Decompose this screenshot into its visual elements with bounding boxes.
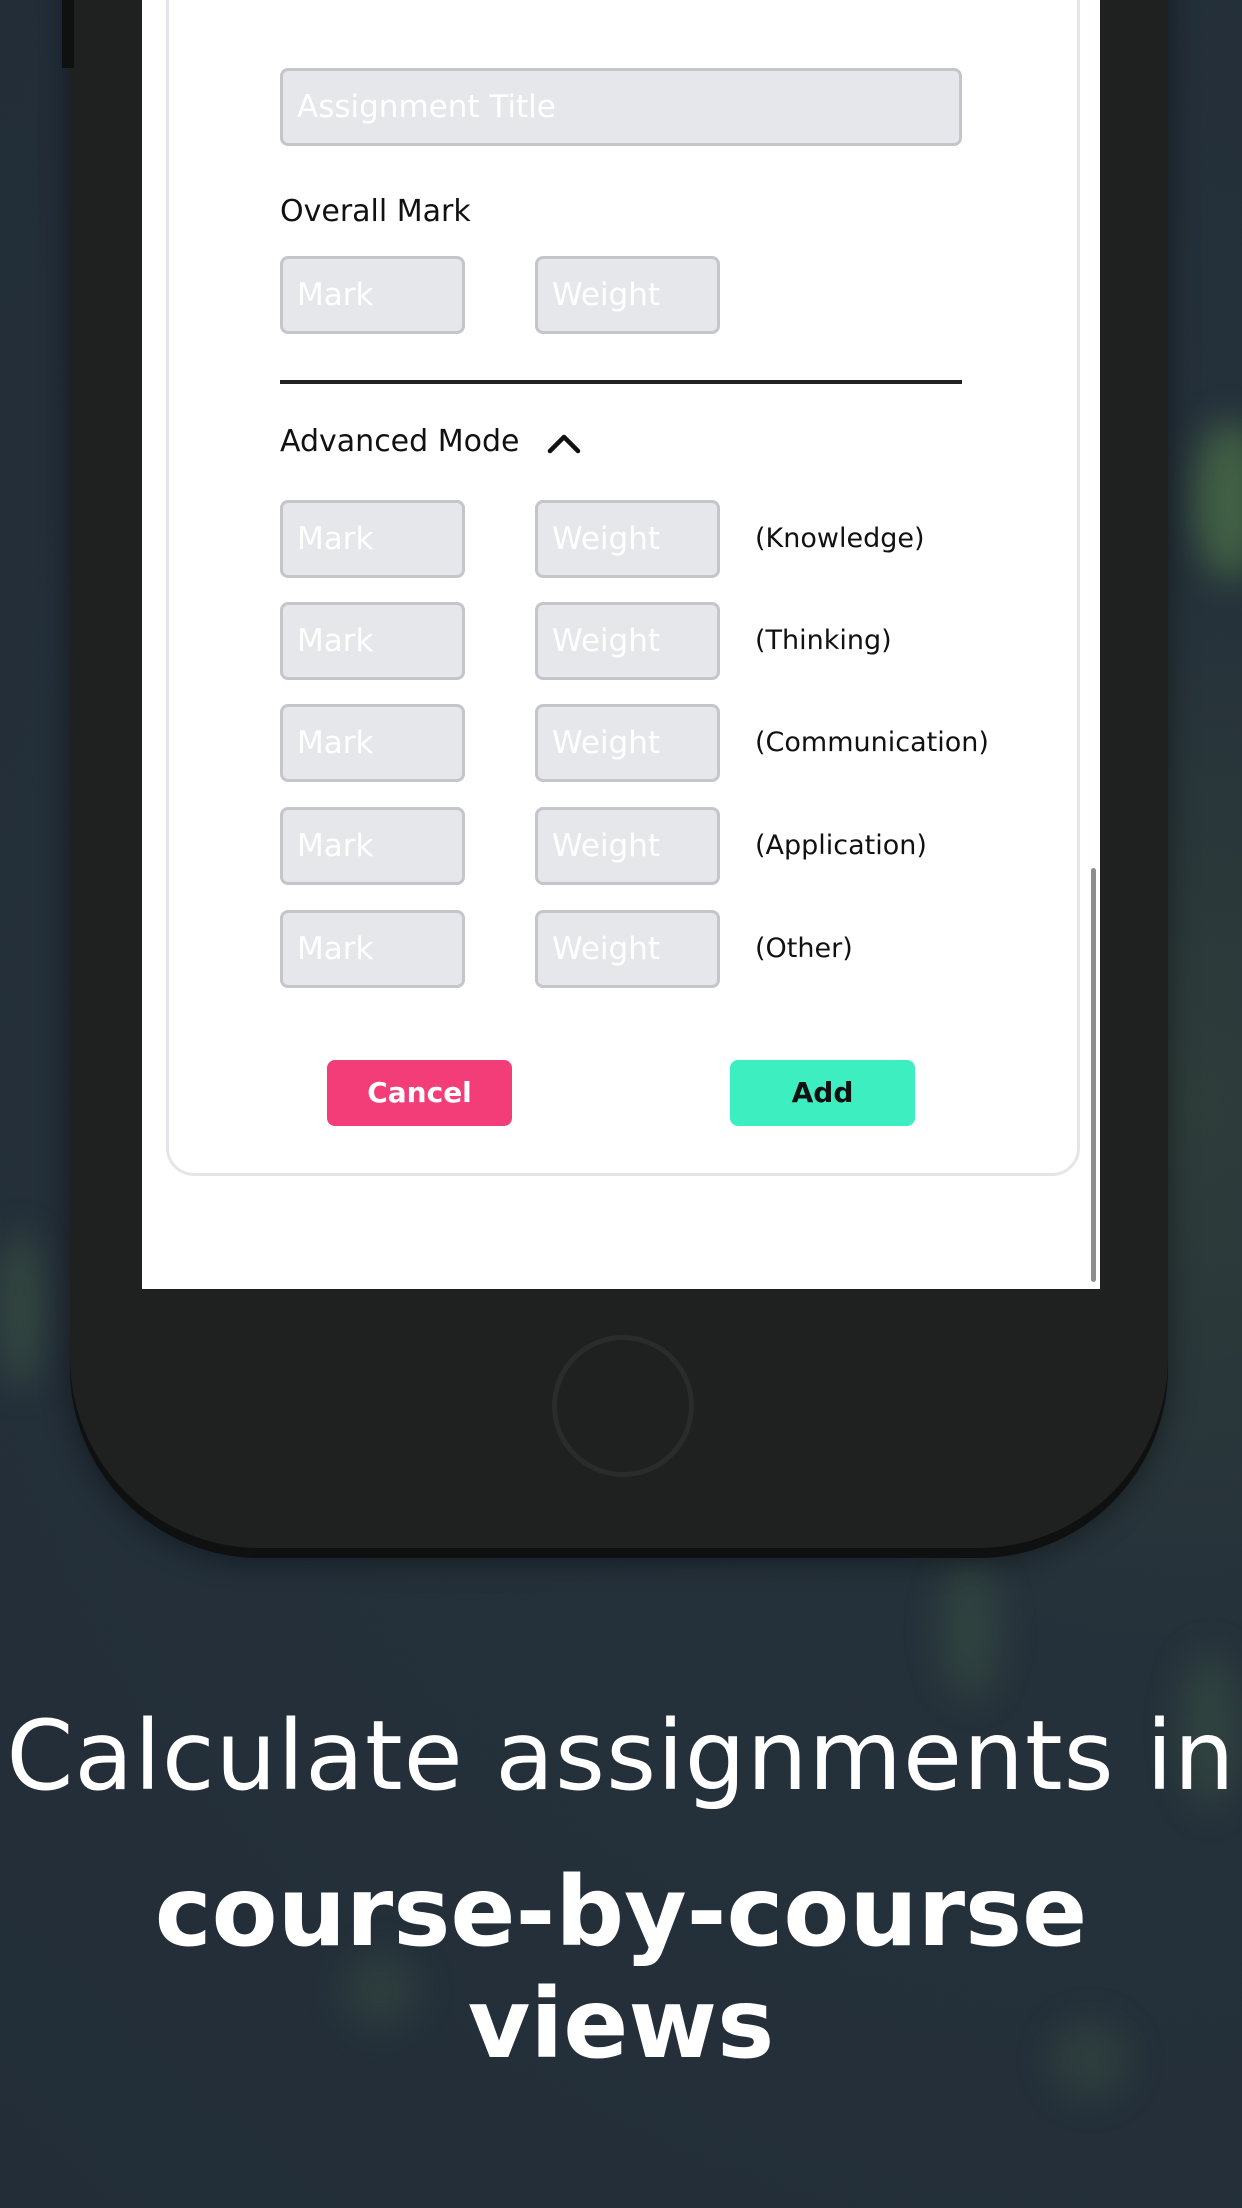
overall-weight-input[interactable]: Weight bbox=[535, 256, 720, 334]
category-label-thinking: (Thinking) bbox=[755, 625, 892, 656]
cancel-button[interactable]: Cancel bbox=[327, 1060, 512, 1126]
overall-mark-input[interactable]: Mark bbox=[280, 256, 465, 334]
overall-mark-label: Overall Mark bbox=[280, 194, 471, 229]
background-glow bbox=[0, 1230, 40, 1390]
category-label-knowledge: (Knowledge) bbox=[755, 523, 925, 554]
section-divider bbox=[280, 380, 962, 384]
knowledge-weight-input[interactable]: Weight bbox=[535, 500, 720, 578]
other-weight-input[interactable]: Weight bbox=[535, 910, 720, 988]
category-label-other: (Other) bbox=[755, 933, 853, 964]
category-label-communication: (Communication) bbox=[755, 727, 989, 758]
category-label-application: (Application) bbox=[755, 830, 927, 861]
other-mark-input[interactable]: Mark bbox=[280, 910, 465, 988]
chevron-up-icon[interactable] bbox=[544, 427, 584, 457]
caption-line-2: course-by-course views bbox=[154, 1856, 1088, 2080]
assignment-title-input[interactable]: Assignment Title bbox=[280, 68, 962, 146]
home-button[interactable] bbox=[552, 1335, 694, 1477]
phone-side-button bbox=[62, 0, 74, 68]
thinking-weight-input[interactable]: Weight bbox=[535, 602, 720, 680]
phone-screen: Assignment Title Overall Mark Mark Weigh… bbox=[142, 0, 1100, 1289]
scrollbar[interactable] bbox=[1091, 868, 1096, 1282]
caption-line-1: Calculate assignments in bbox=[6, 1700, 1236, 1812]
add-button[interactable]: Add bbox=[730, 1060, 915, 1126]
communication-mark-input[interactable]: Mark bbox=[280, 704, 465, 782]
knowledge-mark-input[interactable]: Mark bbox=[280, 500, 465, 578]
application-mark-input[interactable]: Mark bbox=[280, 807, 465, 885]
add-assignment-card bbox=[166, 0, 1080, 1176]
advanced-mode-label[interactable]: Advanced Mode bbox=[280, 424, 519, 459]
background-glow bbox=[940, 1560, 1000, 1700]
background-glow bbox=[1195, 420, 1242, 580]
application-weight-input[interactable]: Weight bbox=[535, 807, 720, 885]
thinking-mark-input[interactable]: Mark bbox=[280, 602, 465, 680]
communication-weight-input[interactable]: Weight bbox=[535, 704, 720, 782]
